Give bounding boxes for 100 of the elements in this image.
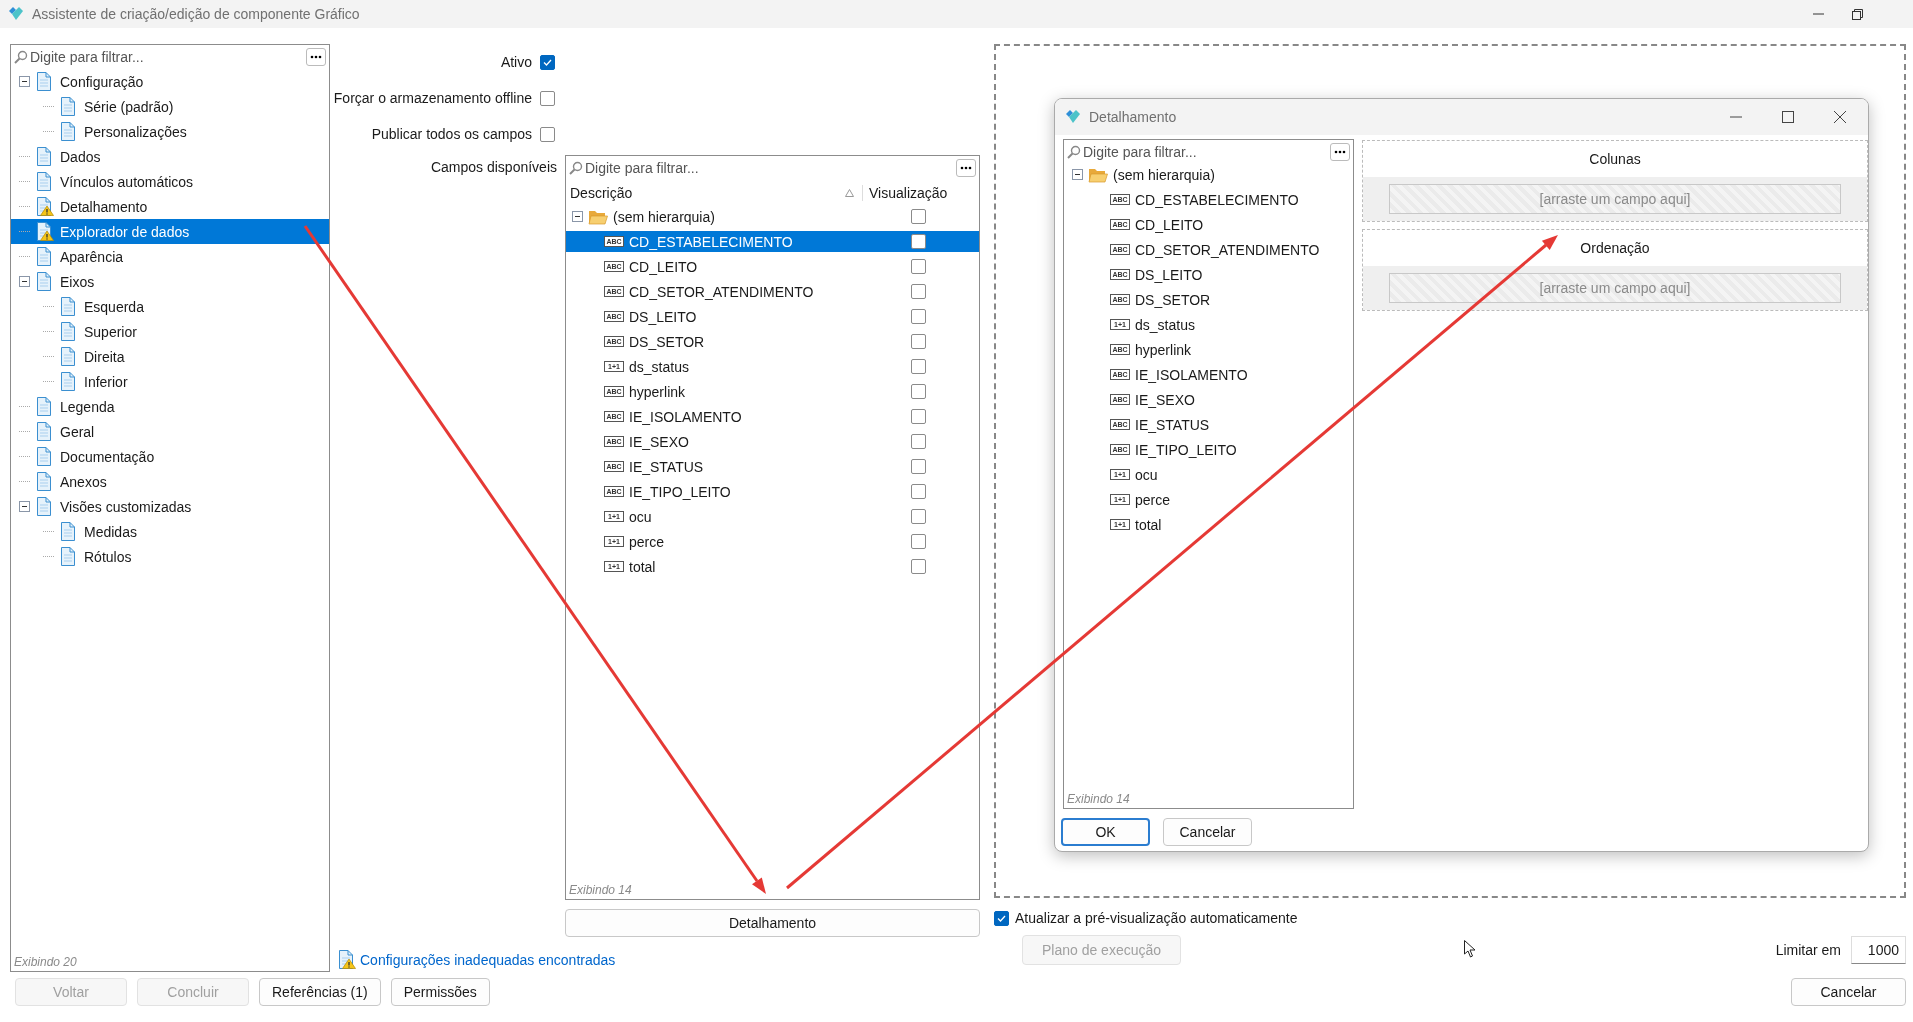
collapse-icon[interactable] xyxy=(1072,169,1083,180)
more-icon xyxy=(960,166,972,170)
tree-item[interactable]: Aparência xyxy=(11,244,329,269)
tree-item[interactable]: Medidas xyxy=(11,519,329,544)
group-label: (sem hierarquia) xyxy=(613,208,715,225)
tree-item[interactable]: Superior xyxy=(11,319,329,344)
checkbox[interactable] xyxy=(911,434,926,449)
tree-item[interactable]: Visões customizadas xyxy=(11,494,329,519)
limit-field[interactable]: 1000 xyxy=(1851,936,1906,964)
checkbox[interactable] xyxy=(911,509,926,524)
footer-button[interactable]: Permissões xyxy=(390,978,490,1006)
field-label: hyperlink xyxy=(1135,341,1192,358)
more-button[interactable] xyxy=(1330,143,1350,161)
more-button[interactable] xyxy=(956,159,976,177)
item-count: Exibindo 14 xyxy=(568,882,633,899)
column-header[interactable]: Visualização xyxy=(863,185,948,201)
checkbox[interactable] xyxy=(540,90,555,106)
collapse-icon[interactable] xyxy=(572,211,583,222)
column-header[interactable]: Descrição xyxy=(566,185,863,201)
checkbox[interactable] xyxy=(911,234,926,249)
filter-field[interactable]: Digite para filtrar... xyxy=(1083,144,1328,160)
checkbox[interactable] xyxy=(911,284,926,299)
tree-item[interactable]: Direita xyxy=(11,344,329,369)
folder-icon xyxy=(588,208,608,225)
page-icon xyxy=(36,247,54,266)
checkbox[interactable] xyxy=(911,209,926,224)
field-label: IE_ISOLAMENTO xyxy=(1135,366,1248,383)
dialog-title: Detalhamento xyxy=(1089,109,1178,125)
sort-icon xyxy=(845,189,854,197)
group-label: (sem hierarquia) xyxy=(1113,166,1215,183)
field-label: IE_STATUS xyxy=(1135,416,1210,433)
checkbox[interactable] xyxy=(911,459,926,474)
warning-link[interactable]: Configurações inadequadas encontradas xyxy=(338,950,616,969)
filter-field[interactable]: Digite para filtrar... xyxy=(585,160,954,176)
tree-item[interactable]: Geral xyxy=(11,419,329,444)
checkbox[interactable] xyxy=(911,259,926,274)
tree-item[interactable]: Detalhamento xyxy=(11,194,329,219)
tree-item[interactable]: Configuração xyxy=(11,69,329,94)
dialog-button[interactable]: Cancelar xyxy=(1163,818,1252,846)
tree-item[interactable]: Explorador de dados xyxy=(11,219,329,244)
collapse-icon[interactable] xyxy=(19,76,30,87)
page-icon xyxy=(36,472,54,491)
folder-icon xyxy=(1088,166,1108,183)
page-icon xyxy=(60,322,78,341)
close-icon[interactable] xyxy=(1834,111,1846,123)
page-icon xyxy=(36,447,54,466)
dialog-button[interactable]: OK xyxy=(1061,818,1150,846)
checkbox[interactable] xyxy=(911,359,926,374)
field-label: ds_status xyxy=(1135,316,1195,333)
page-icon xyxy=(36,72,54,91)
tree-item[interactable]: Esquerda xyxy=(11,294,329,319)
checkbox[interactable] xyxy=(994,910,1009,926)
section-title: Ordenação xyxy=(1580,240,1650,256)
checkbox[interactable] xyxy=(911,559,926,574)
limit-label: Limitar em xyxy=(1775,942,1841,958)
tree-item[interactable]: Dados xyxy=(11,144,329,169)
collapse-icon[interactable] xyxy=(19,276,30,287)
tree-item[interactable]: Anexos xyxy=(11,469,329,494)
page-icon xyxy=(36,272,54,291)
field-label: IE_SEXO xyxy=(1135,391,1195,408)
field-label: IE_TIPO_LEITO xyxy=(1135,441,1237,458)
page-icon xyxy=(36,172,54,191)
checkbox[interactable] xyxy=(911,409,926,424)
field-label: DS_SETOR xyxy=(1135,291,1211,308)
page-icon xyxy=(60,97,78,116)
checkbox[interactable] xyxy=(911,484,926,499)
page-icon xyxy=(60,547,78,566)
option-label: Publicar todos os campos xyxy=(370,126,532,142)
checkbox[interactable] xyxy=(911,534,926,549)
tree-item[interactable]: Legenda xyxy=(11,394,329,419)
detail-button[interactable]: Detalhamento xyxy=(565,909,980,937)
page-icon xyxy=(36,397,54,416)
checkbox[interactable] xyxy=(540,54,555,70)
tree-item[interactable]: Personalizações xyxy=(11,119,329,144)
collapse-icon[interactable] xyxy=(19,501,30,512)
search-icon xyxy=(1067,145,1081,159)
footer-button[interactable]: Referências (1) xyxy=(259,978,381,1006)
checkbox[interactable] xyxy=(911,384,926,399)
tree-item[interactable]: Série (padrão) xyxy=(11,94,329,119)
page-warning-icon xyxy=(36,222,54,241)
maximize-icon[interactable] xyxy=(1782,111,1794,123)
tree-item[interactable]: Vínculos automáticos xyxy=(11,169,329,194)
checkbox-label: Atualizar a pré-visualização automaticamente xyxy=(1015,910,1298,926)
more-button[interactable] xyxy=(306,48,326,66)
tree-item[interactable]: Eixos xyxy=(11,269,329,294)
checkbox[interactable] xyxy=(911,309,926,324)
tree-item[interactable]: Inferior xyxy=(11,369,329,394)
tree-item[interactable]: Rótulos xyxy=(11,544,329,569)
cancel-button[interactable]: Cancelar xyxy=(1791,978,1906,1006)
page-icon xyxy=(60,347,78,366)
tree-item[interactable]: Documentação xyxy=(11,444,329,469)
checkbox[interactable] xyxy=(540,126,555,142)
filter-field[interactable]: Digite para filtrar... xyxy=(30,49,304,65)
item-count: Exibindo 20 xyxy=(13,954,78,971)
item-count: Exibindo 14 xyxy=(1066,791,1131,808)
option-label: Forçar o armazenamento offline xyxy=(332,90,532,106)
checkbox[interactable] xyxy=(911,334,926,349)
page-warning-icon xyxy=(36,197,54,216)
search-icon xyxy=(569,161,583,175)
restore-icon[interactable] xyxy=(1852,8,1863,20)
